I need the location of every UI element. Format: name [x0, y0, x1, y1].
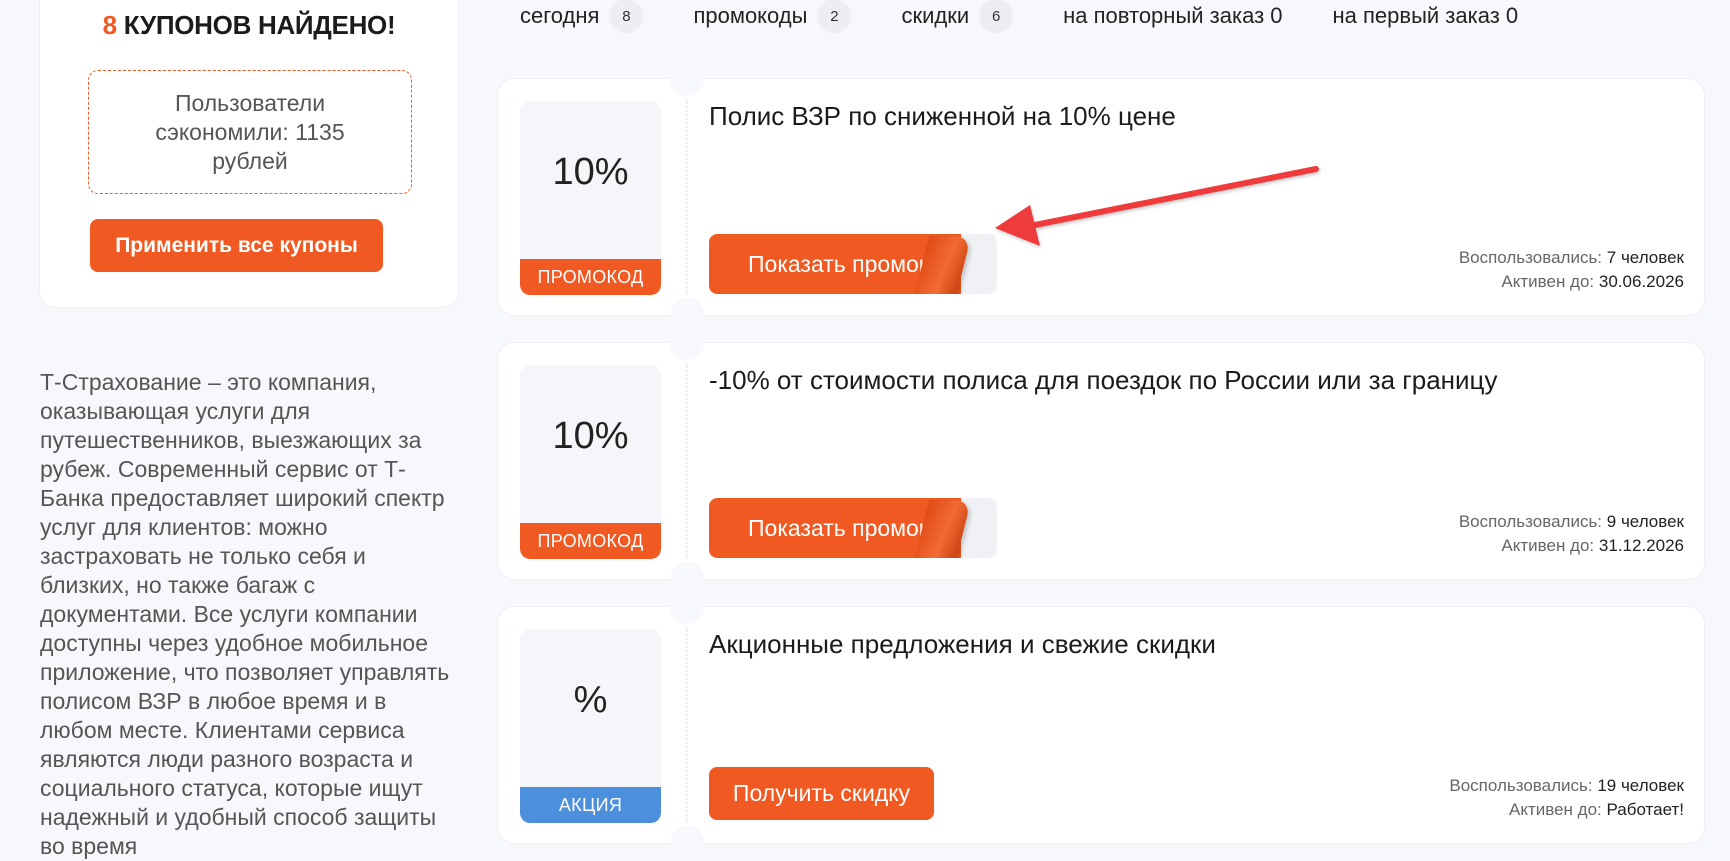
apply-all-coupons-button[interactable]: Применить все купоны	[90, 219, 383, 272]
active-until-value: Работает!	[1606, 800, 1685, 819]
coupon-title[interactable]: -10% от стоимости полиса для поездок по …	[709, 365, 1497, 396]
active-until-value: 31.12.2026	[1598, 536, 1684, 555]
filter-first-order-label: на первый заказ 0	[1332, 3, 1519, 28]
active-until-label: Активен до:	[1501, 536, 1595, 555]
coupon-card: % АКЦИЯ Акционные предложения и свежие с…	[498, 590, 1704, 860]
filter-first-order[interactable]: на первый заказ 0	[1333, 3, 1519, 29]
card-notch	[670, 590, 704, 624]
card-perforation	[686, 627, 688, 823]
users-saved-text: Пользователи сэкономили: 1135 рублей	[155, 89, 345, 174]
used-label: Воспользовались:	[1458, 248, 1603, 267]
card-notch	[670, 326, 704, 360]
users-saved-box: Пользователи сэкономили: 1135 рублей	[88, 70, 412, 194]
coupon-type-label: ПРОМОКОД	[520, 523, 661, 559]
active-until-value: 30.06.2026	[1598, 272, 1684, 291]
used-label: Воспользовались:	[1449, 776, 1593, 795]
used-label: Воспользовались:	[1458, 512, 1603, 531]
filter-promocodes[interactable]: промокоды 2	[693, 0, 852, 33]
coupon-meta: Воспользовались: 9 человек Активен до: 3…	[1459, 510, 1684, 558]
coupon-value: 10%	[552, 415, 629, 457]
coupons-found-count: 8	[102, 10, 117, 40]
filter-repeat-order-label: на повторный заказ 0	[1063, 3, 1283, 28]
used-value: 19 человек	[1597, 776, 1684, 795]
filter-today[interactable]: сегодня 8	[520, 0, 644, 33]
filter-promocodes-label: промокоды	[693, 3, 808, 28]
active-until-label: Активен до:	[1509, 800, 1602, 819]
coupon-meta: Воспользовались: 7 человек Активен до: 3…	[1459, 246, 1684, 294]
coupons-found-title: 8 КУПОНОВ НАЙДЕНО!	[40, 10, 458, 41]
coupon-badge: 10% ПРОМОКОД	[520, 365, 661, 559]
card-perforation	[686, 363, 688, 559]
card-notch	[670, 62, 704, 96]
filter-promocodes-count: 2	[817, 0, 852, 33]
filter-repeat-order[interactable]: на повторный заказ 0	[1063, 3, 1282, 29]
coupon-type-label: ПРОМОКОД	[520, 259, 661, 295]
get-discount-button[interactable]: Получить скидку	[709, 767, 934, 820]
coupon-title[interactable]: Акционные предложения и свежие скидки	[709, 629, 1216, 660]
card-notch	[670, 826, 704, 860]
coupon-badge: % АКЦИЯ	[520, 629, 661, 823]
coupon-meta: Воспользовались: 19 человек Активен до: …	[1449, 774, 1684, 822]
active-until-label: Активен до:	[1501, 272, 1595, 291]
company-description: Т-Страхование – это компания, оказывающа…	[40, 369, 450, 859]
used-value: 7 человек	[1606, 248, 1684, 267]
filter-discounts[interactable]: скидки 6	[901, 0, 1014, 33]
coupons-found-text: КУПОНОВ НАЙДЕНО!	[123, 10, 396, 40]
coupon-value: %	[573, 679, 608, 721]
coupon-title[interactable]: Полис ВЗР по сниженной на 10% цене	[709, 101, 1176, 132]
used-value: 9 человек	[1606, 512, 1684, 531]
coupon-badge: 10% ПРОМОКОД	[520, 101, 661, 295]
filter-discounts-label: скидки	[901, 3, 970, 28]
filter-today-label: сегодня	[520, 3, 600, 28]
card-perforation	[686, 99, 688, 295]
filter-discounts-count: 6	[979, 0, 1014, 33]
coupon-type-label: АКЦИЯ	[520, 787, 661, 823]
show-promocode-button[interactable]: Показать промокод	[709, 234, 997, 294]
annotation-arrow-icon	[995, 166, 1319, 246]
coupon-value: 10%	[552, 151, 629, 193]
filter-today-count: 8	[609, 0, 644, 33]
coupon-card: 10% ПРОМОКОД -10% от стоимости полиса дл…	[498, 326, 1704, 596]
show-promocode-button[interactable]: Показать промокод	[709, 498, 997, 558]
coupon-filter-tabs: сегодня 8 промокоды 2 скидки 6 на повторный…	[520, 0, 1568, 33]
